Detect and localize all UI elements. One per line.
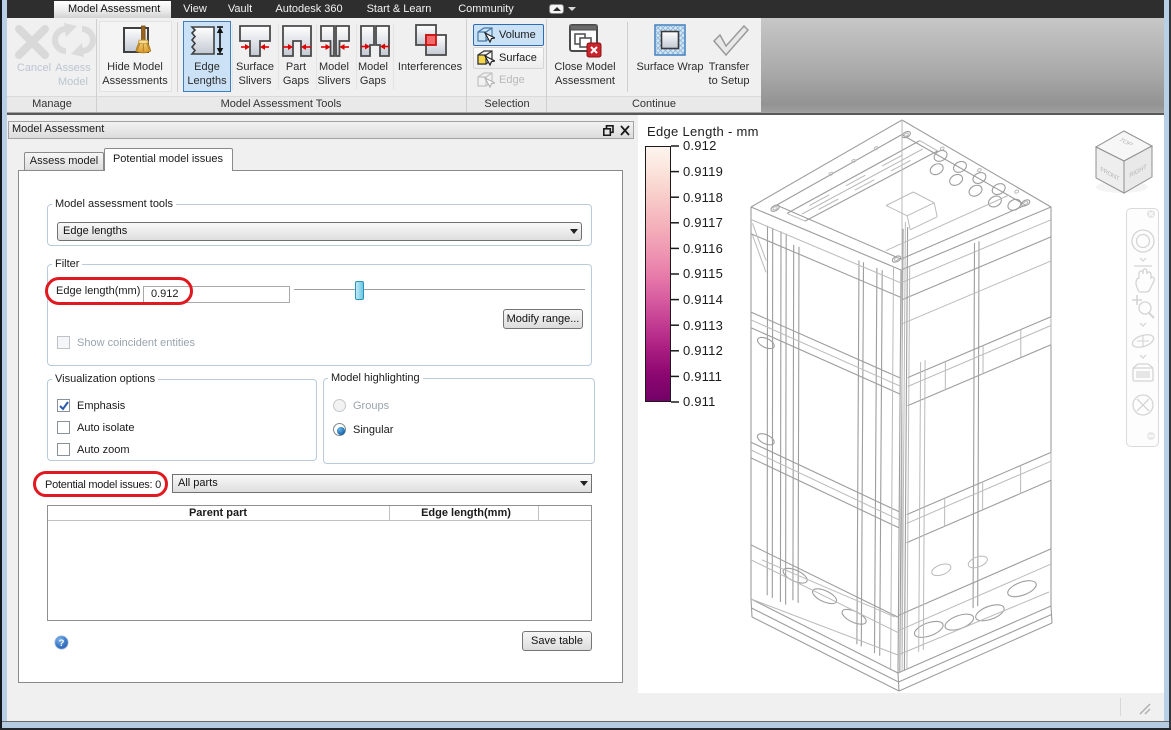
svg-text:?: ? — [59, 638, 65, 649]
